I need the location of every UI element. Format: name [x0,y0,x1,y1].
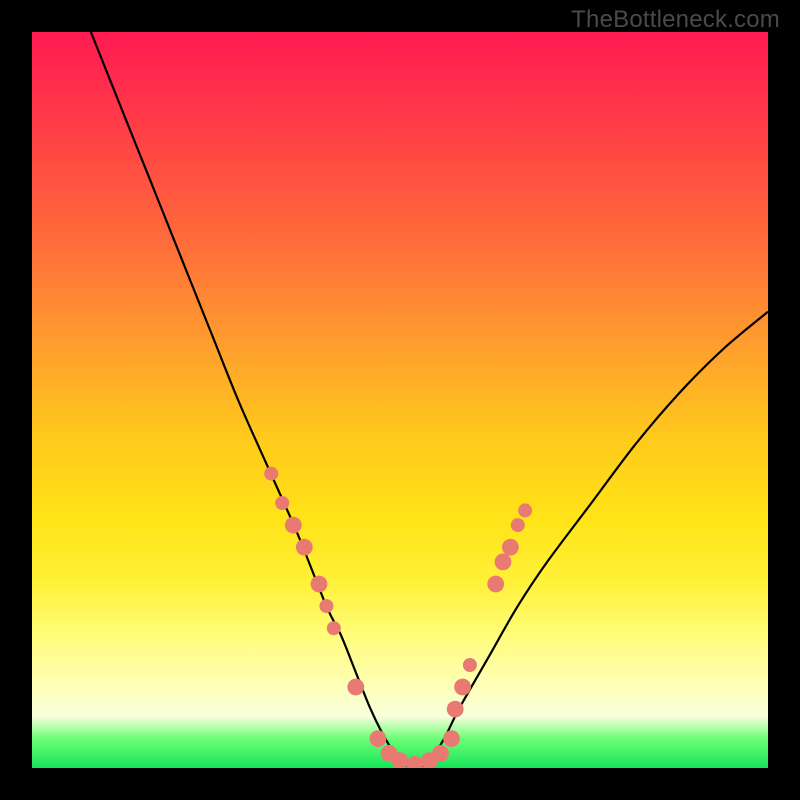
curve-marker [285,517,302,534]
curve-marker [454,679,471,696]
watermark-text: TheBottleneck.com [571,6,780,34]
curve-marker [463,658,477,672]
curve-marker [296,539,313,556]
curve-marker [406,756,423,768]
curve-marker [347,679,364,696]
curve-marker [319,599,333,613]
curve-marker [443,730,460,747]
curve-marker [487,576,504,593]
curve-marker [447,701,464,718]
curve-svg [32,32,768,768]
curve-marker [502,539,519,556]
curve-marker [311,576,328,593]
curve-marker [264,467,278,481]
outer-frame: TheBottleneck.com [0,0,800,800]
curve-marker [432,745,449,762]
curve-marker [518,503,532,517]
curve-marker [495,554,512,571]
curve-marker [275,496,289,510]
bottleneck-curve [91,32,768,768]
curve-marker [511,518,525,532]
curve-marker [370,730,387,747]
plot-area [32,32,768,768]
curve-markers [264,467,532,768]
curve-marker [327,621,341,635]
